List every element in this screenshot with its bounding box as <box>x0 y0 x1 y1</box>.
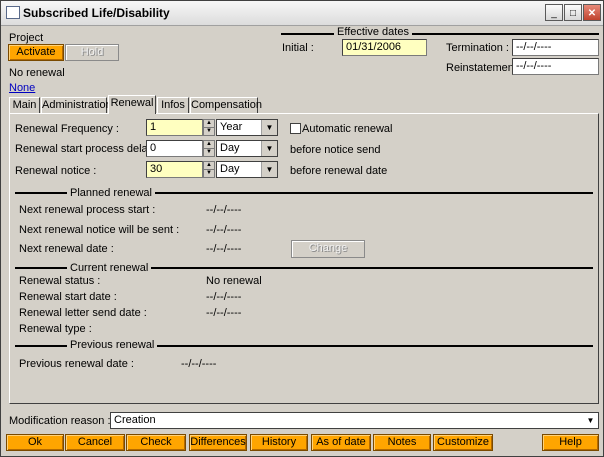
cancel-button[interactable]: Cancel <box>65 434 125 451</box>
customize-button[interactable]: Customize <box>433 434 493 451</box>
renewal-frequency-input[interactable]: 1 <box>146 119 203 136</box>
tab-infos[interactable]: Infos <box>157 97 189 114</box>
initial-label: Initial : <box>282 42 314 54</box>
spin-down-icon[interactable]: ▼ <box>204 170 214 177</box>
renewal-delay-unit: Day <box>220 142 240 154</box>
maximize-icon: □ <box>569 8 577 19</box>
window: Subscribed Life/Disability _ □ ✕ Project… <box>0 0 604 457</box>
renewal-letter-date-value: --/--/---- <box>206 307 242 319</box>
chevron-down-icon[interactable]: ▼ <box>261 141 277 156</box>
chevron-down-icon[interactable]: ▼ <box>261 162 277 177</box>
tab-compensation[interactable]: Compensation <box>190 97 262 114</box>
maximize-button[interactable]: □ <box>564 4 582 21</box>
chevron-down-icon[interactable]: ▼ <box>583 413 598 428</box>
tab-renewal[interactable]: Renewal <box>108 95 156 114</box>
title-bar[interactable]: Subscribed Life/Disability _ □ ✕ <box>1 1 603 26</box>
modification-reason-label: Modification reason : <box>9 415 111 427</box>
project-renewal-status: No renewal <box>9 67 65 79</box>
close-button[interactable]: ✕ <box>583 4 601 21</box>
renewal-status-value: No renewal <box>206 275 262 287</box>
effective-dates-divider <box>281 33 599 35</box>
close-icon: ✕ <box>587 8 597 19</box>
minimize-icon: _ <box>551 8 557 19</box>
minimize-button[interactable]: _ <box>545 4 563 21</box>
notes-button[interactable]: Notes <box>373 434 431 451</box>
next-renewal-date-value: --/--/---- <box>206 243 242 255</box>
spin-up-icon[interactable]: ▲ <box>204 141 214 149</box>
effective-dates-title: Effective dates <box>334 26 412 38</box>
check-button[interactable]: Check <box>126 434 186 451</box>
differences-button[interactable]: Differences <box>189 434 247 451</box>
next-renewal-notice-value: --/--/---- <box>206 224 242 236</box>
renewal-notice-unit-select[interactable]: Day ▼ <box>216 161 278 178</box>
renewal-notice-input[interactable]: 30 <box>146 161 203 178</box>
tab-administration[interactable]: Administration <box>41 97 112 114</box>
termination-label: Termination : <box>446 42 509 54</box>
modification-reason-value: Creation <box>114 414 156 426</box>
project-label: Project <box>9 32 44 44</box>
spin-up-icon[interactable]: ▲ <box>204 120 214 128</box>
renewal-delay-suffix: before notice send <box>290 144 381 156</box>
renewal-frequency-label: Renewal Frequency : <box>15 123 119 135</box>
renewal-status-label: Renewal status : <box>19 275 101 287</box>
as-of-date-button[interactable]: As of date <box>311 434 371 451</box>
renewal-delay-unit-select[interactable]: Day ▼ <box>216 140 278 157</box>
renewal-delay-input[interactable]: 0 <box>146 140 203 157</box>
history-button[interactable]: History <box>250 434 308 451</box>
hold-button[interactable]: Hold <box>65 44 119 61</box>
window-title: Subscribed Life/Disability <box>23 6 170 20</box>
help-button[interactable]: Help <box>542 434 599 451</box>
current-renewal-title: Current renewal <box>67 262 152 274</box>
renewal-start-date-value: --/--/---- <box>206 291 242 303</box>
renewal-delay-spinner[interactable]: ▲ ▼ <box>203 140 215 157</box>
app-icon <box>6 6 20 19</box>
previous-renewal-date-value: --/--/---- <box>181 358 217 370</box>
automatic-renewal-label: Automatic renewal <box>302 123 393 135</box>
next-renewal-start-value: --/--/---- <box>206 204 242 216</box>
next-renewal-date-label: Next renewal date : <box>19 243 114 255</box>
planned-renewal-title: Planned renewal <box>67 187 155 199</box>
spin-down-icon[interactable]: ▼ <box>204 149 214 156</box>
chevron-down-icon[interactable]: ▼ <box>261 120 277 135</box>
renewal-notice-unit: Day <box>220 163 240 175</box>
renewal-start-date-label: Renewal start date : <box>19 291 117 303</box>
renewal-notice-label: Renewal notice : <box>15 165 97 177</box>
activate-button[interactable]: Activate <box>8 44 64 61</box>
renewal-frequency-unit-select[interactable]: Year ▼ <box>216 119 278 136</box>
renewal-frequency-unit: Year <box>220 121 243 133</box>
ok-button[interactable]: Ok <box>6 434 64 451</box>
renewal-frequency-spinner[interactable]: ▲ ▼ <box>203 119 215 136</box>
renewal-notice-spinner[interactable]: ▲ ▼ <box>203 161 215 178</box>
renewal-delay-label: Renewal start process delay : <box>15 143 160 155</box>
tab-main[interactable]: Main <box>9 97 40 114</box>
next-renewal-start-label: Next renewal process start : <box>19 204 156 216</box>
next-renewal-notice-label: Next renewal notice will be sent : <box>19 224 180 236</box>
renewal-type-label: Renewal type : <box>19 323 92 335</box>
automatic-renewal-checkbox[interactable] <box>290 123 301 134</box>
renewal-notice-suffix: before renewal date <box>290 165 388 177</box>
previous-renewal-title: Previous renewal <box>67 339 158 351</box>
spin-up-icon[interactable]: ▲ <box>204 162 214 170</box>
modification-reason-select[interactable]: Creation ▼ <box>110 412 599 429</box>
renewal-letter-date-label: Renewal letter send date : <box>19 307 147 319</box>
change-button[interactable]: Change <box>291 240 365 258</box>
termination-date-field[interactable]: --/--/---- <box>512 39 599 56</box>
none-link[interactable]: None <box>9 82 35 94</box>
reinstatement-date-field[interactable]: --/--/---- <box>512 58 599 75</box>
previous-renewal-date-label: Previous renewal date : <box>19 358 134 370</box>
spin-down-icon[interactable]: ▼ <box>204 128 214 135</box>
initial-date-field[interactable]: 01/31/2006 <box>342 39 427 56</box>
